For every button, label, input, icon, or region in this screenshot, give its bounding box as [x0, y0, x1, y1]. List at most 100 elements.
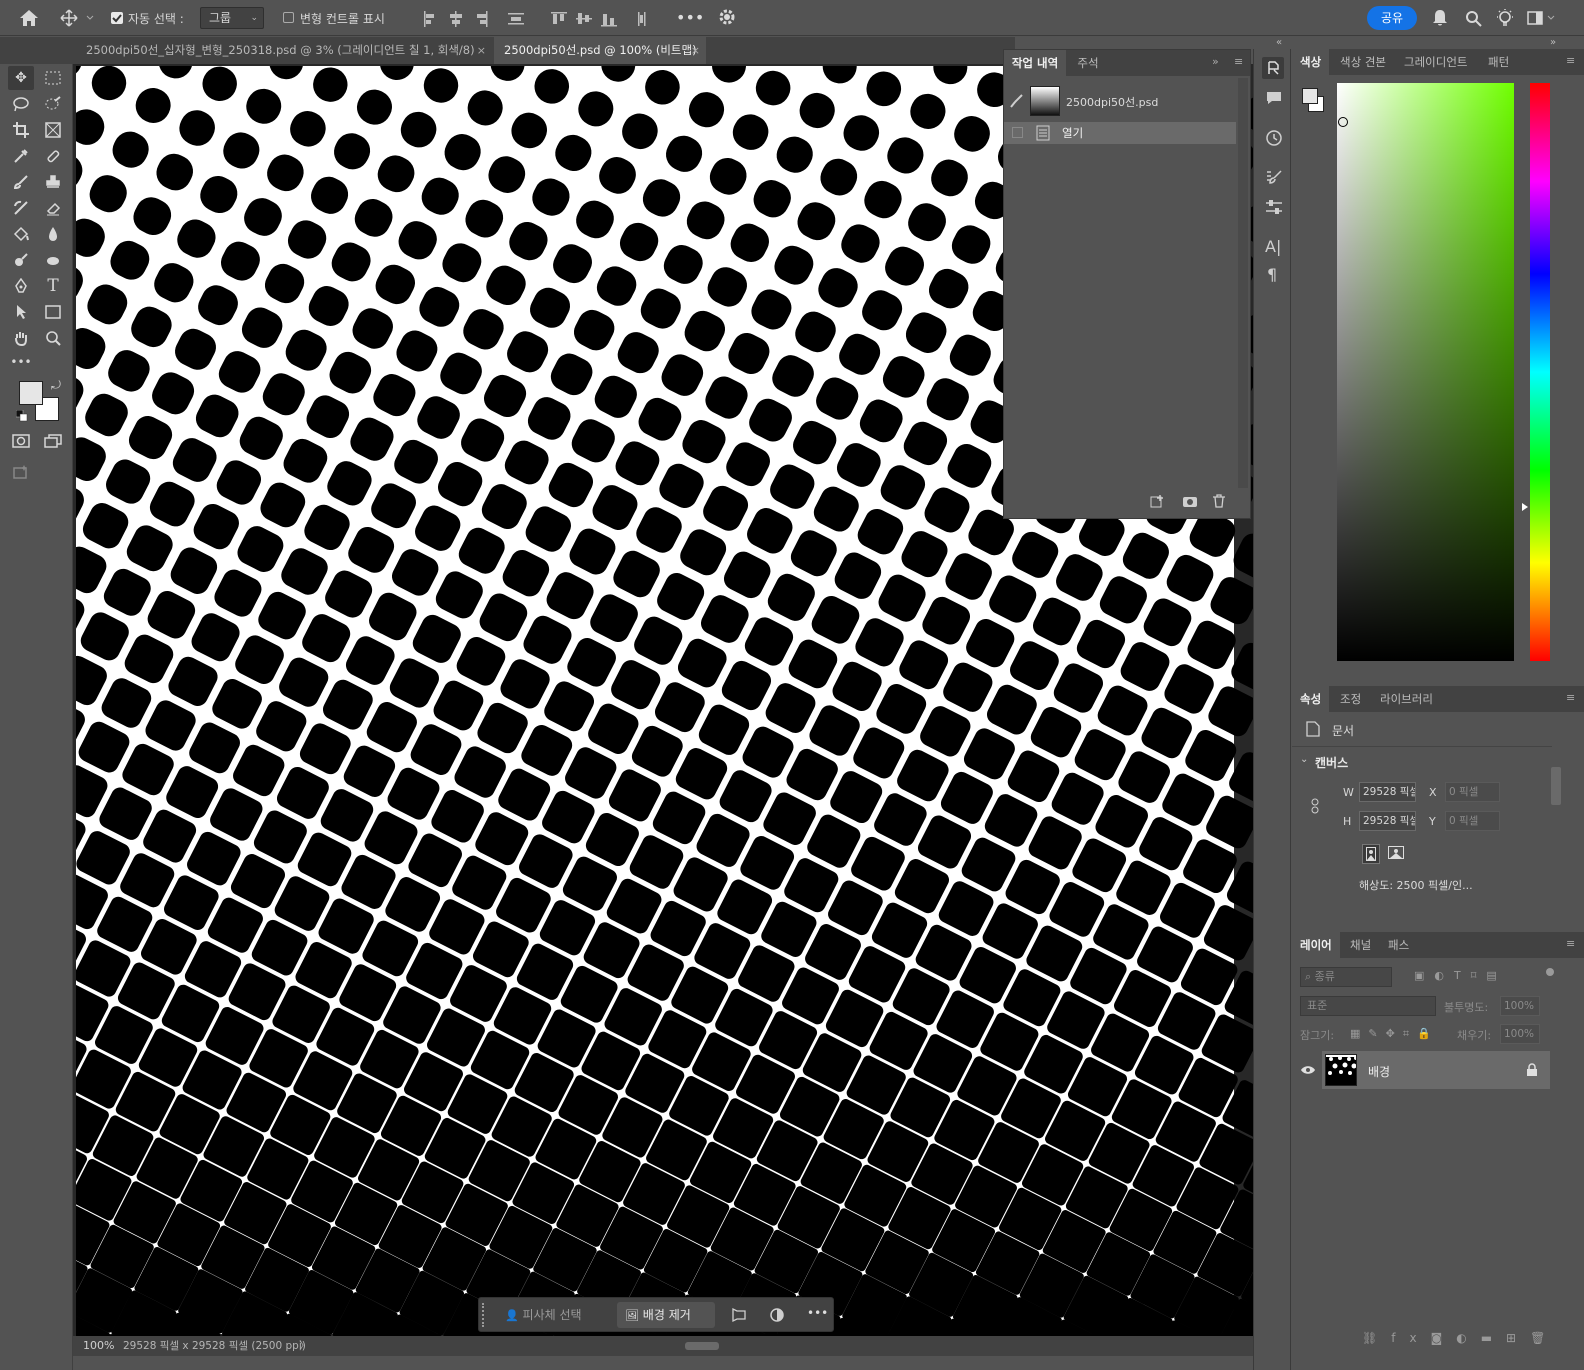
tab-adjustments[interactable]: 조정: [1332, 686, 1369, 712]
dodge-tool-icon[interactable]: [8, 248, 34, 272]
paragraph-icon[interactable]: ¶: [1267, 265, 1277, 284]
tab-color[interactable]: 색상: [1292, 49, 1330, 75]
tab-channels[interactable]: 채널: [1342, 932, 1379, 958]
new-document-from-state-icon[interactable]: [1150, 494, 1166, 508]
tab-notes[interactable]: 주석: [1068, 50, 1108, 76]
panel-menu-icon[interactable]: ≡: [1234, 55, 1243, 68]
brush-tool-icon[interactable]: [8, 170, 34, 194]
collapse-panels-icon[interactable]: «: [1276, 37, 1282, 48]
lock-icon[interactable]: [1526, 1063, 1538, 1077]
lock-all-icon[interactable]: 🔒: [1417, 1027, 1439, 1040]
home-icon[interactable]: [18, 8, 40, 28]
gear-icon[interactable]: [718, 8, 736, 26]
zoom-level[interactable]: 100%: [83, 1336, 114, 1356]
default-colors-icon[interactable]: [16, 410, 28, 422]
document-tab-1[interactable]: 2500dpi50선_십자형_변형_250318.psd @ 3% (그레이디언…: [76, 37, 492, 64]
drag-handle-icon[interactable]: [482, 1303, 486, 1327]
hue-slider-marker[interactable]: [1522, 503, 1528, 511]
add-mask-icon[interactable]: ◙: [1431, 1331, 1457, 1345]
camera-icon[interactable]: [1182, 494, 1198, 508]
tab-swatches[interactable]: 색상 견본: [1332, 49, 1394, 75]
color-panel-fg-swatch[interactable]: [1302, 88, 1318, 104]
history-brush-panel-icon[interactable]: [1262, 57, 1284, 79]
history-step-checkbox[interactable]: [1012, 127, 1023, 138]
tab-paths[interactable]: 패스: [1380, 932, 1417, 958]
clone-stamp-tool-icon[interactable]: [40, 170, 66, 194]
frame-tool-icon[interactable]: [40, 118, 66, 142]
brush-settings-icon[interactable]: [1265, 169, 1283, 187]
zoom-tool-icon[interactable]: [40, 326, 66, 350]
foreground-color-swatch[interactable]: [19, 381, 43, 405]
tab-history[interactable]: 작업 내역: [1004, 50, 1066, 76]
move-tool-preset-icon[interactable]: [60, 9, 94, 27]
trash-icon[interactable]: 🗑: [1530, 1331, 1559, 1345]
smudge-tool-icon[interactable]: [40, 248, 66, 272]
edit-toolbar-icon[interactable]: •••: [8, 350, 34, 374]
history-snapshot-row[interactable]: 2500dpi50선.psd: [1004, 82, 1236, 120]
comment-icon[interactable]: [1266, 91, 1282, 105]
share-button[interactable]: 공유: [1367, 6, 1417, 30]
expand-panels-icon[interactable]: »: [1550, 37, 1556, 48]
blur-tool-icon[interactable]: [40, 222, 66, 246]
more-options-icon[interactable]: •••: [807, 1306, 828, 1320]
trash-icon[interactable]: [1212, 494, 1226, 508]
color-field[interactable]: [1337, 83, 1514, 661]
lightbulb-icon[interactable]: [1496, 8, 1514, 28]
history-step-row[interactable]: 열기: [1004, 122, 1236, 144]
marquee-tool-icon[interactable]: [40, 66, 66, 90]
type-filter-icon[interactable]: T: [1454, 969, 1471, 982]
healing-brush-tool-icon[interactable]: [40, 144, 66, 168]
pen-tool-icon[interactable]: [8, 274, 34, 298]
rectangle-tool-icon[interactable]: [40, 300, 66, 324]
layer-row[interactable]: 배경: [1322, 1051, 1550, 1089]
color-picker-circle[interactable]: [1338, 117, 1348, 127]
smart-filter-icon[interactable]: ▤: [1486, 969, 1506, 982]
chevron-down-icon[interactable]: ⌄: [1300, 754, 1308, 765]
new-layer-icon[interactable]: ⊞: [1506, 1331, 1530, 1345]
close-icon[interactable]: ×: [477, 37, 486, 64]
eyedropper-tool-icon[interactable]: [8, 144, 34, 168]
lasso-tool-icon[interactable]: [8, 92, 34, 116]
panel-expand-icon[interactable]: »: [1212, 55, 1219, 68]
close-icon[interactable]: ×: [691, 37, 700, 64]
lock-pixels-icon[interactable]: ✎: [1368, 1027, 1385, 1040]
quick-mask-icon[interactable]: [8, 429, 34, 453]
workspace-icon[interactable]: [1527, 10, 1557, 26]
path-select-tool-icon[interactable]: [8, 300, 34, 324]
document-tab-2[interactable]: 2500dpi50선.psd @ 100% (비트맵) ×: [494, 37, 706, 64]
panel-menu-icon[interactable]: ≡: [1566, 937, 1575, 950]
quick-select-tool-icon[interactable]: [40, 92, 66, 116]
tab-gradients[interactable]: 그레이디언트: [1396, 49, 1475, 75]
history-brush-tool-icon[interactable]: [8, 196, 34, 220]
horizontal-scrollbar[interactable]: [313, 1342, 1221, 1350]
lock-transparency-icon[interactable]: ▦: [1350, 1027, 1368, 1040]
eye-icon[interactable]: [1300, 1065, 1316, 1075]
search-icon[interactable]: [1465, 10, 1482, 27]
properties-scrollbar[interactable]: [1550, 749, 1562, 899]
auto-select-dropdown[interactable]: 그룹 ⌄: [200, 7, 264, 29]
screen-mode-icon[interactable]: [40, 429, 66, 453]
move-tool-icon[interactable]: ✥: [8, 66, 34, 90]
transform-icon[interactable]: [731, 1307, 747, 1323]
filter-toggle[interactable]: [1546, 968, 1554, 976]
landscape-orientation-button[interactable]: [1388, 846, 1404, 860]
history-clock-icon[interactable]: [1265, 129, 1283, 147]
scrollbar-thumb[interactable]: [685, 1342, 719, 1350]
generative-icon[interactable]: [8, 460, 34, 484]
paint-bucket-tool-icon[interactable]: [8, 222, 34, 246]
adjustment-filter-icon[interactable]: ◐: [1434, 969, 1454, 982]
hand-tool-icon[interactable]: [8, 326, 34, 350]
shape-filter-icon[interactable]: ⌑: [1471, 969, 1487, 982]
remove-background-button[interactable]: 🖼 배경 제거: [617, 1302, 715, 1328]
link-layers-icon[interactable]: ⛓: [1362, 1331, 1391, 1345]
tab-properties[interactable]: 속성: [1292, 686, 1330, 712]
scrollbar-thumb[interactable]: [1551, 767, 1561, 805]
tab-patterns[interactable]: 패턴: [1480, 49, 1517, 75]
history-brush-source-icon[interactable]: [1010, 94, 1024, 108]
height-field[interactable]: 29528 픽셀: [1359, 811, 1416, 831]
panel-menu-icon[interactable]: ≡: [1566, 54, 1575, 67]
type-tool-icon[interactable]: T: [40, 274, 66, 298]
adjustment-icon[interactable]: [769, 1307, 785, 1323]
group-folder-icon[interactable]: ▬: [1481, 1331, 1506, 1345]
history-scrollbar[interactable]: [1238, 78, 1248, 488]
